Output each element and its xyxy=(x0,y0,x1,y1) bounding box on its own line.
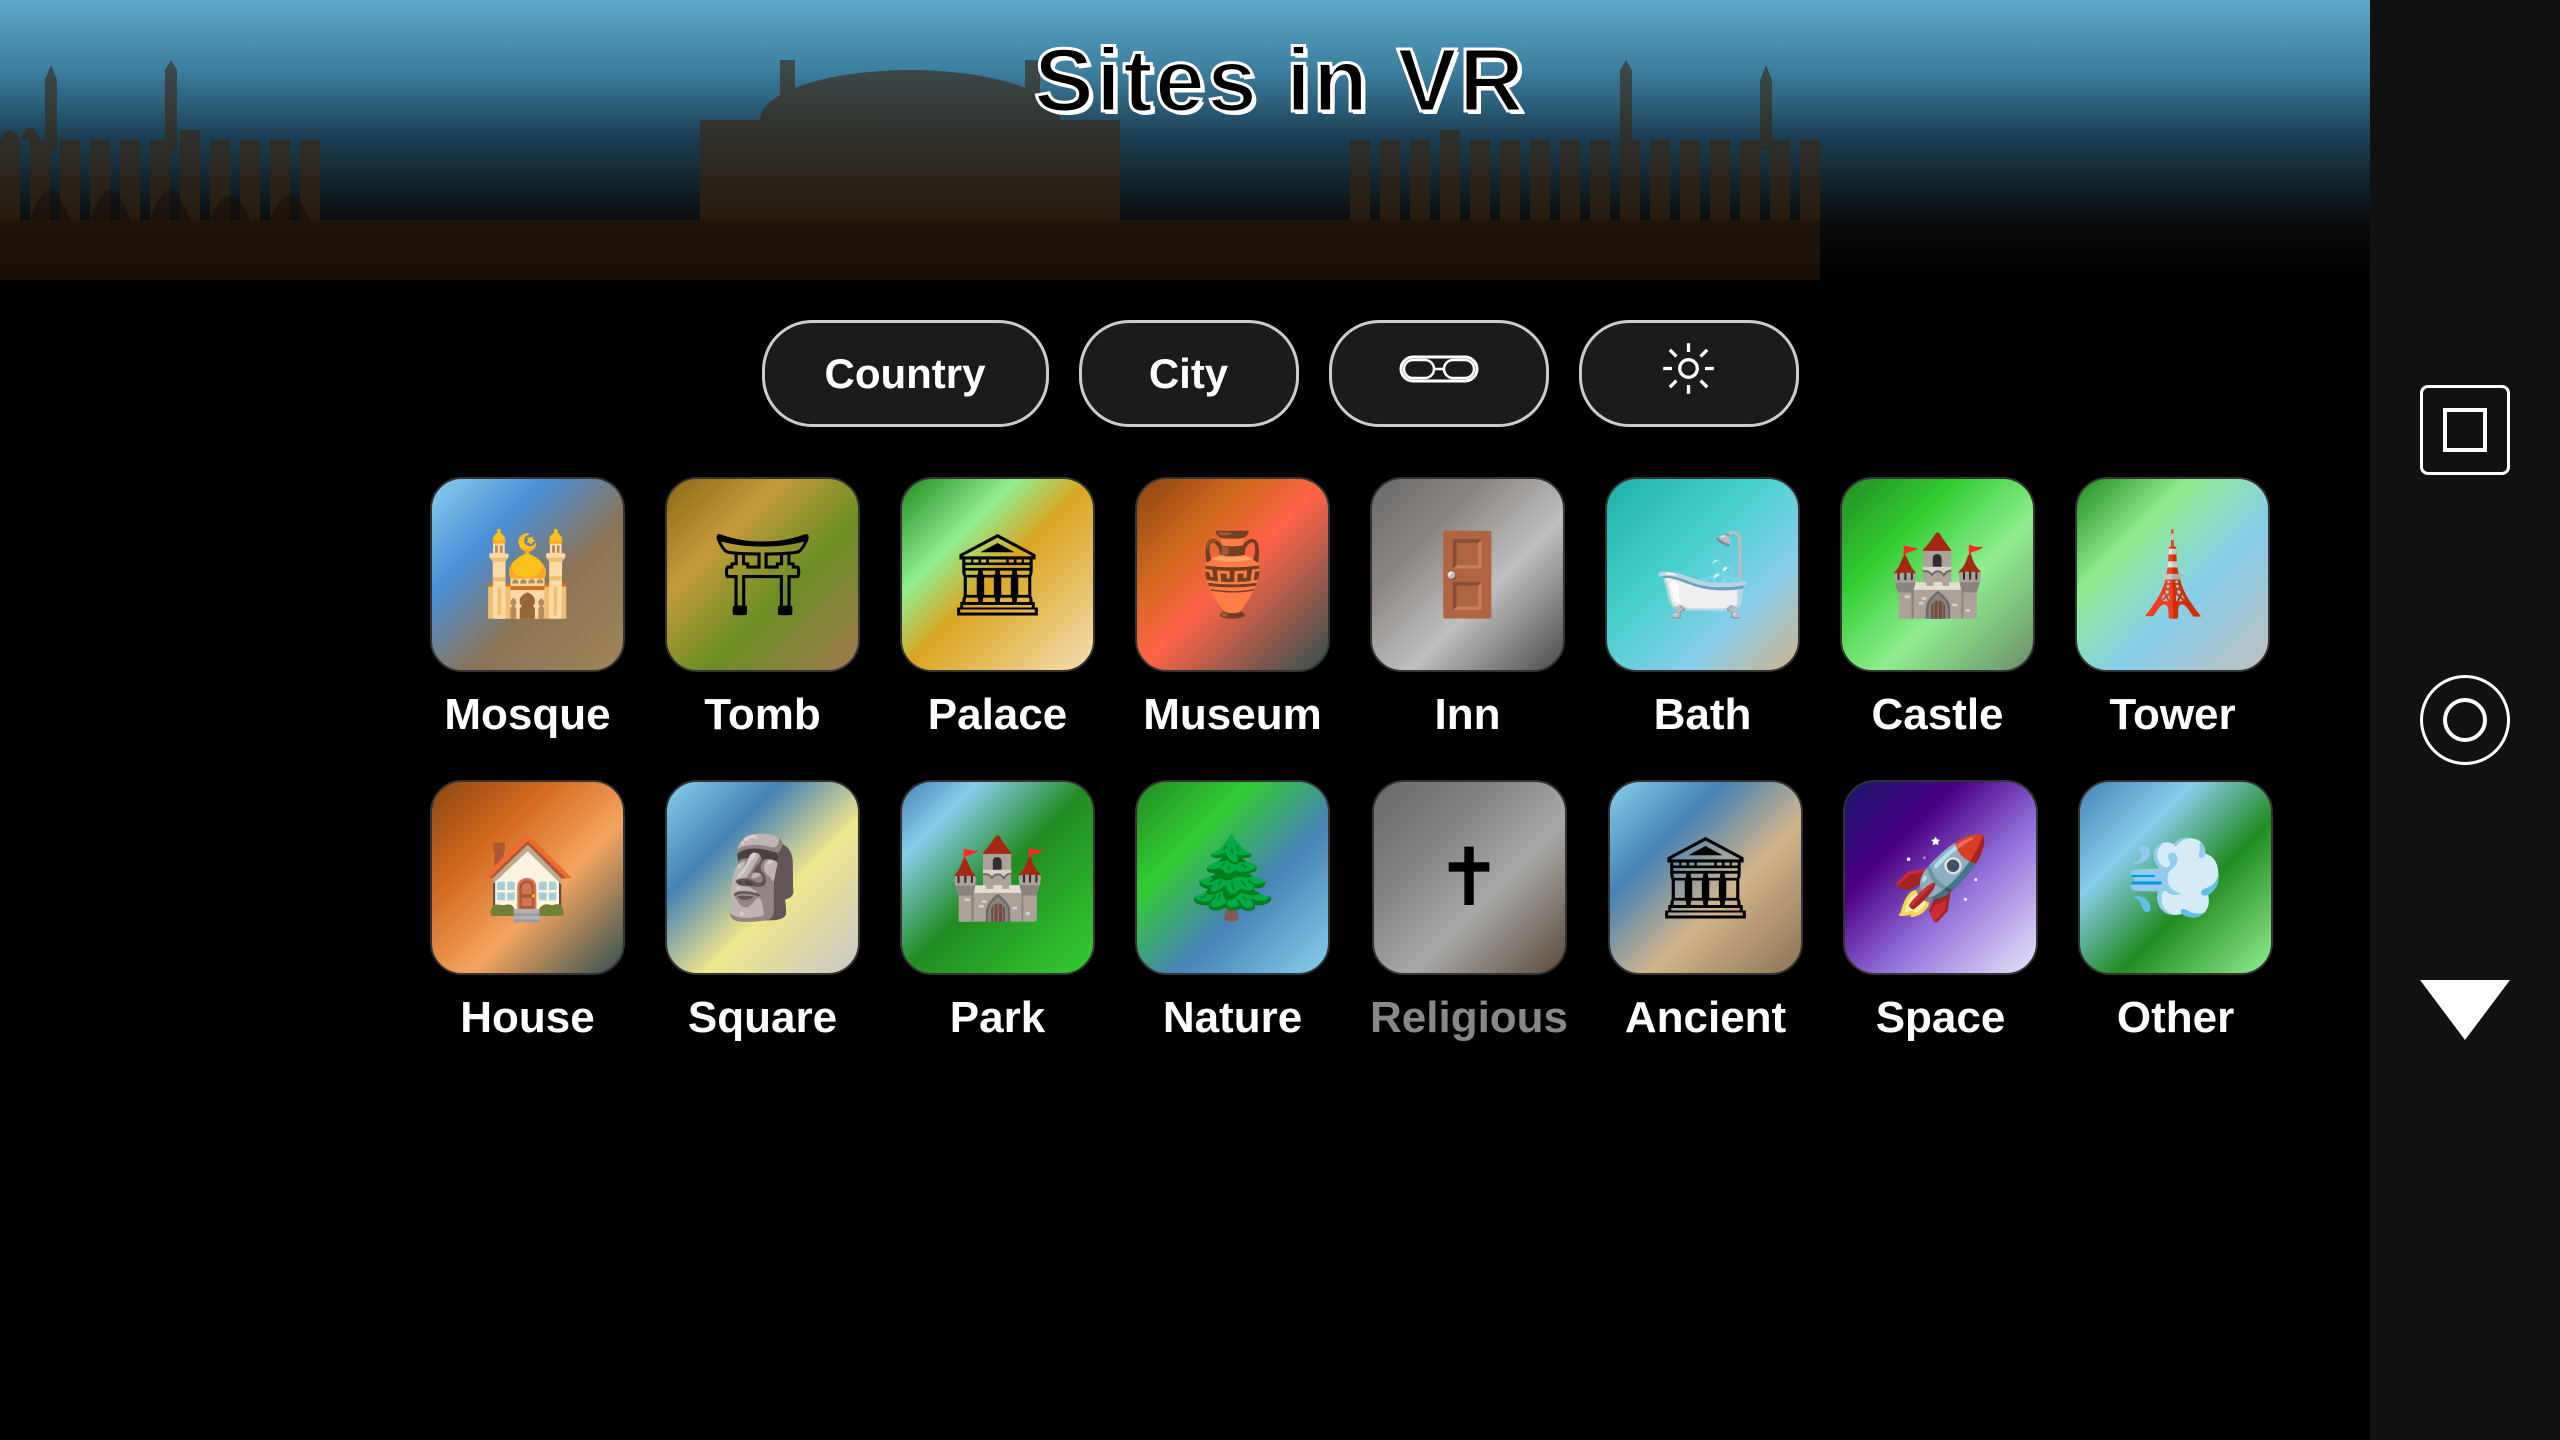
grid-thumb-icon-ancient: 🏛 xyxy=(1610,782,1801,973)
mosque-silhouette xyxy=(0,60,1820,280)
grid-thumb-palace: 🏛 xyxy=(900,477,1095,672)
grid-item-ancient[interactable]: 🏛 Ancient xyxy=(1608,780,1803,1043)
grid-thumb-mosque: 🕌 xyxy=(430,477,625,672)
grid-item-mosque[interactable]: 🕌 Mosque xyxy=(430,477,625,740)
vr-button[interactable] xyxy=(1329,320,1549,427)
grid-item-inn[interactable]: 🚪 Inn xyxy=(1370,477,1565,740)
grid-item-tower[interactable]: 🗼 Tower xyxy=(2075,477,2270,740)
grid-label-palace: Palace xyxy=(928,690,1067,740)
grid-thumb-house: 🏠 xyxy=(430,780,625,975)
grid-thumb-square: 🗿 xyxy=(665,780,860,975)
grid-thumb-icon-tower: 🗼 xyxy=(2077,479,2268,670)
grid-thumb-icon-house: 🏠 xyxy=(432,782,623,973)
grid-thumb-castle: 🏰 xyxy=(1840,477,2035,672)
grid-label-square: Square xyxy=(688,993,837,1043)
grid-thumb-inn: 🚪 xyxy=(1370,477,1565,672)
grid-thumb-park: 🏰 xyxy=(900,780,1095,975)
grid-item-nature[interactable]: 🌲 Nature xyxy=(1135,780,1330,1043)
grid-thumb-tomb: ⛩ xyxy=(665,477,860,672)
grid-item-space[interactable]: 🚀 Space xyxy=(1843,780,2038,1043)
grid-item-castle[interactable]: 🏰 Castle xyxy=(1840,477,2035,740)
settings-icon xyxy=(1661,341,1716,406)
grid-item-palace[interactable]: 🏛 Palace xyxy=(900,477,1095,740)
grid-thumb-museum: 🏺 xyxy=(1135,477,1330,672)
grid-label-castle: Castle xyxy=(1871,690,2003,740)
grid-thumb-bath: 🛁 xyxy=(1605,477,1800,672)
grid-item-house[interactable]: 🏠 House xyxy=(430,780,625,1043)
square-icon xyxy=(2440,405,2490,455)
grid-label-nature: Nature xyxy=(1163,993,1302,1043)
nav-bar: Country City xyxy=(370,280,2190,477)
grid-label-park: Park xyxy=(950,993,1045,1043)
grid-label-ancient: Ancient xyxy=(1625,993,1786,1043)
grid-item-religious[interactable]: ✝ Religious xyxy=(1370,780,1568,1043)
grid-thumb-icon-other: 💨 xyxy=(2080,782,2271,973)
grid-label-mosque: Mosque xyxy=(444,690,610,740)
grid-label-other: Other xyxy=(2117,993,2234,1043)
grid-thumb-religious: ✝ xyxy=(1372,780,1567,975)
grid-item-other[interactable]: 💨 Other xyxy=(2078,780,2273,1043)
grid-item-museum[interactable]: 🏺 Museum xyxy=(1135,477,1330,740)
grid-label-space: Space xyxy=(1876,993,2006,1043)
country-label: Country xyxy=(825,350,986,398)
grid-thumb-icon-space: 🚀 xyxy=(1845,782,2036,973)
city-button[interactable]: City xyxy=(1079,320,1299,427)
grid-label-religious: Religious xyxy=(1370,993,1568,1043)
grid-label-house: House xyxy=(460,993,594,1043)
grid-row-2: 🏠 House 🗿 Square 🏰 Park 🌲 Nature ✝ Religious 🏛 Anci… xyxy=(410,780,2150,1043)
grid-item-tomb[interactable]: ⛩ Tomb xyxy=(665,477,860,740)
header-banner: Sites in VR xyxy=(0,0,2560,280)
grid-label-inn: Inn xyxy=(1435,690,1501,740)
grid-thumb-icon-square: 🗿 xyxy=(667,782,858,973)
grid-thumb-icon-palace: 🏛 xyxy=(902,479,1093,670)
grid-thumb-icon-bath: 🛁 xyxy=(1607,479,1798,670)
grid-thumb-icon-park: 🏰 xyxy=(902,782,1093,973)
grid-label-tomb: Tomb xyxy=(704,690,821,740)
circle-button[interactable] xyxy=(2420,675,2510,765)
grid-thumb-icon-museum: 🏺 xyxy=(1137,479,1328,670)
grid-thumb-nature: 🌲 xyxy=(1135,780,1330,975)
right-sidebar xyxy=(2370,0,2560,1440)
page-title: Sites in VR xyxy=(1034,30,1526,133)
grid-thumb-ancient: 🏛 xyxy=(1608,780,1803,975)
grid-thumb-icon-mosque: 🕌 xyxy=(432,479,623,670)
triangle-button[interactable] xyxy=(2420,965,2510,1055)
grid-item-bath[interactable]: 🛁 Bath xyxy=(1605,477,1800,740)
grid-thumb-icon-religious: ✝ xyxy=(1374,782,1565,973)
grid-label-museum: Museum xyxy=(1143,690,1321,740)
grid-thumb-icon-nature: 🌲 xyxy=(1137,782,1328,973)
grid-label-bath: Bath xyxy=(1654,690,1752,740)
grid-thumb-space: 🚀 xyxy=(1843,780,2038,975)
grid-item-park[interactable]: 🏰 Park xyxy=(900,780,1095,1043)
city-label: City xyxy=(1149,350,1228,398)
grid-container: 🕌 Mosque ⛩ Tomb 🏛 Palace 🏺 Museum 🚪 Inn 🛁 Bath 🏰 Cast… xyxy=(370,477,2190,1043)
vr-icon xyxy=(1399,349,1479,399)
grid-thumb-icon-tomb: ⛩ xyxy=(667,479,858,670)
settings-button[interactable] xyxy=(1579,320,1799,427)
circle-icon xyxy=(2440,695,2490,745)
grid-thumb-other: 💨 xyxy=(2078,780,2273,975)
grid-item-square[interactable]: 🗿 Square xyxy=(665,780,860,1043)
square-button[interactable] xyxy=(2420,385,2510,475)
grid-label-tower: Tower xyxy=(2109,690,2235,740)
country-button[interactable]: Country xyxy=(762,320,1049,427)
grid-thumb-tower: 🗼 xyxy=(2075,477,2270,672)
grid-thumb-icon-inn: 🚪 xyxy=(1372,479,1563,670)
triangle-down-icon xyxy=(2420,980,2510,1040)
grid-thumb-icon-castle: 🏰 xyxy=(1842,479,2033,670)
grid-row-1: 🕌 Mosque ⛩ Tomb 🏛 Palace 🏺 Museum 🚪 Inn 🛁 Bath 🏰 Cast… xyxy=(410,477,2150,740)
